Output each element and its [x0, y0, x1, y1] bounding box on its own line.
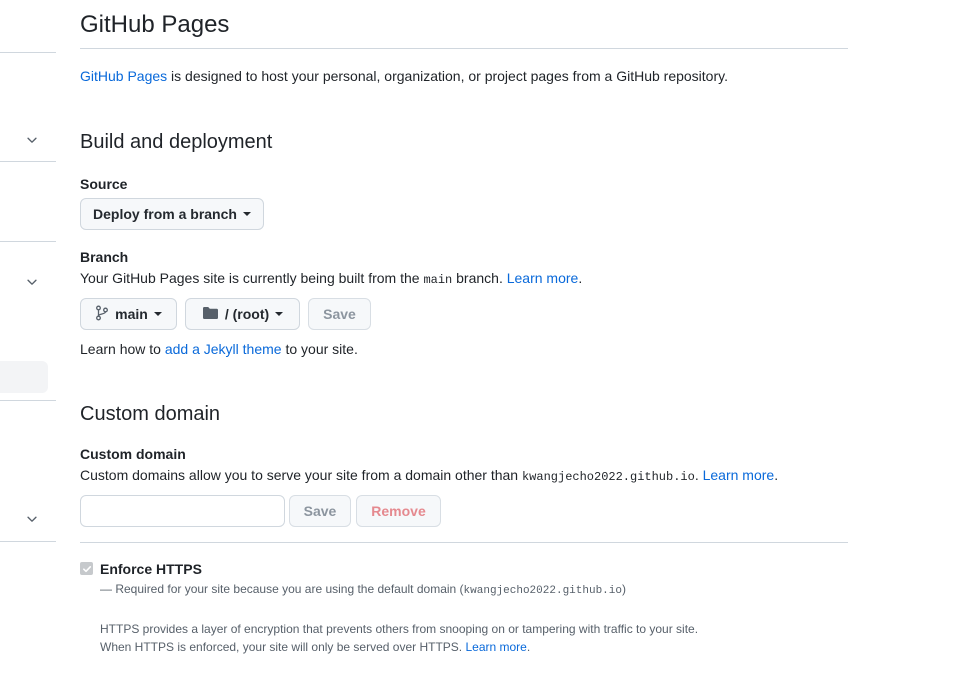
jekyll-text: Learn how to add a Jekyll theme to your …	[80, 341, 358, 357]
check-icon	[82, 565, 91, 572]
sidebar-divider	[0, 161, 56, 162]
custom-domain-heading: Custom domain	[80, 403, 221, 425]
custom-domain-label: Custom domain	[80, 446, 186, 462]
sidebar-divider	[0, 541, 56, 542]
intro-text: GitHub Pages is designed to host your pe…	[80, 68, 728, 84]
sidebar	[0, 0, 56, 692]
branch-save-button[interactable]: Save	[308, 298, 371, 330]
source-select-button[interactable]: Deploy from a branch	[80, 198, 264, 230]
sidebar-divider	[0, 241, 56, 242]
domain-save-button[interactable]: Save	[289, 495, 351, 527]
custom-domain-input[interactable]	[80, 495, 285, 527]
chevron-down-icon[interactable]	[25, 275, 39, 289]
jekyll-theme-link[interactable]: add a Jekyll theme	[165, 341, 282, 357]
chevron-down-icon[interactable]	[25, 133, 39, 147]
source-label: Source	[80, 176, 128, 192]
section-divider	[80, 542, 848, 543]
caret-down-icon	[275, 312, 284, 316]
branch-label: Branch	[80, 249, 129, 265]
https-required-note: — Required for your site because you are…	[100, 582, 626, 597]
chevron-down-icon[interactable]	[25, 512, 39, 526]
folder-icon	[202, 306, 219, 323]
enforce-https-checkbox[interactable]	[80, 562, 93, 575]
branch-description: Your GitHub Pages site is currently bein…	[80, 270, 583, 287]
caret-down-icon	[242, 212, 251, 216]
sidebar-divider	[0, 400, 56, 401]
https-info-line-2: When HTTPS is enforced, your site will o…	[100, 640, 531, 654]
caret-down-icon	[153, 312, 162, 316]
sidebar-item-pages[interactable]	[0, 361, 48, 393]
github-pages-link[interactable]: GitHub Pages	[80, 68, 167, 84]
custom-domain-description: Custom domains allow you to serve your s…	[80, 467, 779, 484]
https-info-line-1: HTTPS provides a layer of encryption tha…	[100, 622, 699, 636]
title-divider	[80, 48, 848, 49]
page-title: GitHub Pages	[80, 11, 230, 38]
domain-learn-more-link[interactable]: Learn more	[703, 467, 775, 483]
sidebar-divider	[0, 52, 56, 53]
branch-learn-more-link[interactable]: Learn more	[507, 270, 579, 286]
git-branch-icon	[95, 305, 109, 324]
build-deployment-heading: Build and deployment	[80, 131, 273, 153]
enforce-https-label: Enforce HTTPS	[100, 561, 202, 577]
branch-select-button[interactable]: main	[80, 298, 177, 330]
folder-select-button[interactable]: / (root)	[185, 298, 300, 330]
https-learn-more-link[interactable]: Learn more	[465, 640, 526, 654]
domain-remove-button[interactable]: Remove	[356, 495, 441, 527]
